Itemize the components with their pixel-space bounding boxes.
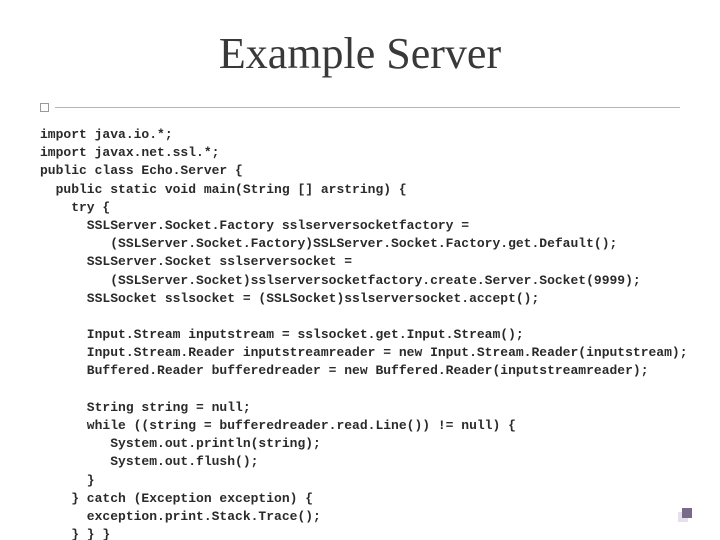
divider-line xyxy=(55,107,680,108)
accent-square-icon xyxy=(682,508,692,518)
slide: Example Server import java.io.*; import … xyxy=(0,0,720,540)
divider-dot-icon xyxy=(40,103,49,112)
divider xyxy=(40,103,680,112)
code-block: import java.io.*; import javax.net.ssl.*… xyxy=(40,126,680,540)
slide-title: Example Server xyxy=(40,28,680,79)
